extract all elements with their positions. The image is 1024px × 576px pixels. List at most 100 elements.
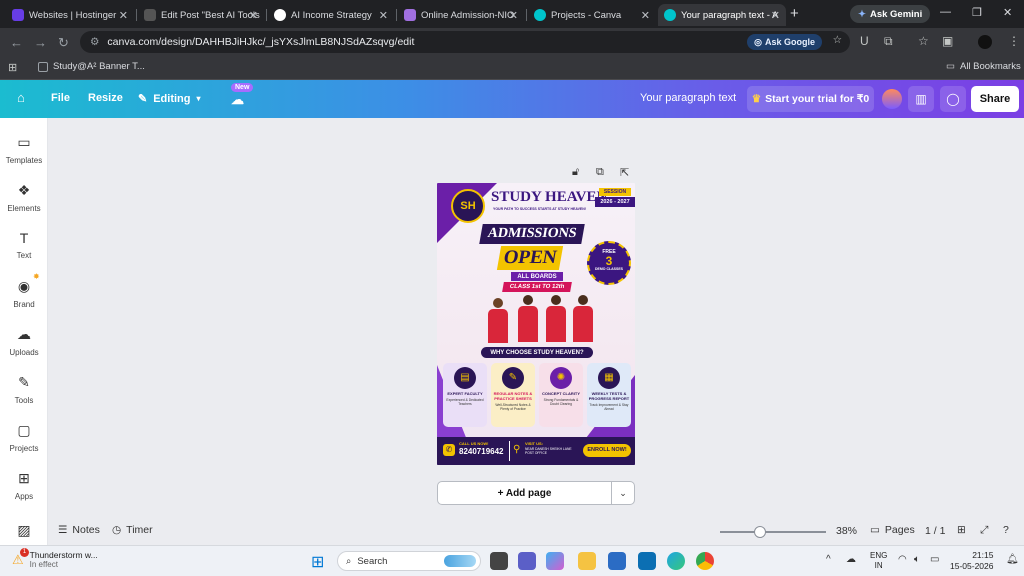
apps-grid-icon[interactable]: ⊞ bbox=[8, 61, 17, 74]
extensions-icon[interactable]: ⧉ bbox=[884, 34, 893, 49]
pages-button[interactable]: ▭ Pages bbox=[870, 524, 915, 536]
design-page[interactable]: SH STUDY HEAVEN YOUR PATH TO SUCCESS STA… bbox=[437, 183, 635, 465]
timer-button[interactable]: ◷ Timer bbox=[112, 524, 153, 536]
sidebar-item-text[interactable]: T Text bbox=[0, 230, 48, 260]
volume-icon[interactable]: 🔈︎ bbox=[914, 554, 920, 565]
sidebar-item-templates[interactable]: ▭ Templates bbox=[0, 134, 48, 165]
zoom-slider[interactable] bbox=[720, 526, 826, 538]
canva-icon bbox=[664, 9, 676, 21]
profile-avatar[interactable] bbox=[978, 35, 992, 49]
maximize-icon[interactable]: ❐ bbox=[972, 6, 982, 19]
back-icon[interactable]: ← bbox=[10, 35, 23, 50]
feature-desc: Track Improvement & Stay Ahead bbox=[589, 403, 629, 411]
dell-icon[interactable] bbox=[638, 552, 656, 570]
chrome-icon[interactable] bbox=[696, 552, 714, 570]
language-indicator[interactable]: ENG IN bbox=[870, 551, 887, 571]
sidebar-item-projects[interactable]: ▢ Projects bbox=[0, 422, 48, 453]
chevron-down-icon[interactable]: ⌄ bbox=[611, 481, 635, 505]
editing-mode-button[interactable]: ✎ Editing ▾ bbox=[138, 92, 201, 106]
address-bar-row: ← → ↻ ⚙ canva.com/design/DAHHBJiHJkc/_js… bbox=[0, 28, 1024, 56]
close-icon[interactable]: ✕ bbox=[379, 9, 388, 22]
sidebar-item-apps[interactable]: ⊞ Apps bbox=[0, 470, 48, 501]
brand-icon: ◉ bbox=[17, 278, 31, 294]
close-icon[interactable]: ✕ bbox=[509, 9, 518, 22]
reading-list-icon[interactable]: ☆ bbox=[918, 34, 929, 48]
bookmark-study-banner[interactable]: Study@A² Banner T... bbox=[38, 61, 145, 72]
browser-tab-strip: Websites | Hostinger ✕ Edit Post "Best A… bbox=[0, 0, 1024, 28]
teacher-figure bbox=[517, 295, 539, 343]
forward-icon[interactable]: → bbox=[34, 35, 47, 50]
task-view-icon[interactable] bbox=[490, 552, 508, 570]
insights-chart-icon[interactable]: ▥ bbox=[908, 86, 934, 112]
zoom-slider-handle[interactable] bbox=[754, 526, 767, 538]
file-explorer-icon[interactable] bbox=[578, 552, 596, 570]
poster-contact-strip: ✆ CALL US NOW! 8240719642 ⚲ VISIT US: NE… bbox=[437, 437, 635, 465]
tab-title: Online Admission-NIO bbox=[421, 9, 515, 21]
minimize-icon[interactable]: — bbox=[940, 6, 951, 18]
tab-edit-post[interactable]: Edit Post "Best AI Tools ✕ bbox=[138, 4, 264, 26]
battery-icon[interactable]: ▭ bbox=[930, 554, 939, 565]
store-icon[interactable] bbox=[608, 552, 626, 570]
document-title[interactable]: Your paragraph text bbox=[640, 92, 736, 104]
system-clock[interactable]: 21:15 15-05-2026 bbox=[950, 550, 993, 572]
cloud-icon[interactable]: ☁ bbox=[846, 554, 856, 565]
weather-widget[interactable]: ⚠ 1 Thunderstorm w... In effect bbox=[12, 547, 98, 569]
user-avatar[interactable] bbox=[879, 86, 905, 112]
cloud-save-icon[interactable]: ☁ bbox=[231, 92, 244, 108]
tab-hostinger[interactable]: Websites | Hostinger ✕ bbox=[6, 4, 134, 26]
grid-view-icon[interactable]: ⊞ bbox=[957, 524, 966, 536]
all-bookmarks[interactable]: ▭ All Bookmarks bbox=[946, 61, 1021, 72]
start-trial-button[interactable]: ♛ Start your trial for ₹0 bbox=[747, 86, 874, 112]
copilot-icon[interactable] bbox=[546, 552, 564, 570]
windows-start-icon[interactable]: ⊞ bbox=[311, 552, 324, 572]
site-info-icon[interactable]: ⚙ bbox=[90, 36, 99, 48]
url-bar[interactable]: ⚙ canva.com/design/DAHHBJiHJkc/_jsYXsJlm… bbox=[80, 31, 850, 53]
sidebar-item-elements[interactable]: ❖ Elements bbox=[0, 182, 48, 213]
sidebar-item-uploads[interactable]: ☁ Uploads bbox=[0, 326, 48, 357]
fullscreen-icon[interactable]: ⤢ bbox=[980, 524, 988, 537]
home-icon[interactable]: ⌂ bbox=[17, 90, 25, 105]
menu-icon[interactable]: ⋮ bbox=[1008, 34, 1020, 48]
tab-your-paragraph[interactable]: Your paragraph text - A ✕ bbox=[658, 4, 786, 26]
add-page-icon[interactable]: ⇱ bbox=[620, 166, 629, 179]
teams-icon[interactable] bbox=[518, 552, 536, 570]
close-window-icon[interactable]: ✕ bbox=[1003, 6, 1012, 19]
chevron-up-icon[interactable]: ^ bbox=[826, 554, 831, 565]
notification-bell-icon[interactable]: 🔔︎ bbox=[1006, 554, 1019, 565]
edge-icon[interactable] bbox=[667, 552, 685, 570]
comment-icon[interactable]: ◯ bbox=[940, 86, 966, 112]
notes-button[interactable]: ☰ Notes bbox=[58, 524, 100, 536]
taskbar-search[interactable]: ⌕ Search bbox=[337, 551, 481, 571]
duplicate-icon[interactable]: ⧉ bbox=[596, 166, 604, 179]
bookmarks-bar: ⊞ Study@A² Banner T... ▭ All Bookmarks bbox=[0, 56, 1024, 80]
location-pin-icon: ⚲ bbox=[513, 444, 521, 455]
zoom-level[interactable]: 38% bbox=[836, 525, 857, 537]
close-icon[interactable]: ✕ bbox=[771, 9, 780, 22]
new-tab-button[interactable]: + bbox=[790, 5, 799, 22]
bookmark-star-icon[interactable]: ☆ bbox=[833, 34, 842, 46]
sidepanel-icon[interactable]: ▣ bbox=[942, 34, 953, 48]
tab-ai-income[interactable]: AI Income Strategy ✕ bbox=[268, 4, 394, 26]
help-icon[interactable]: ? bbox=[1003, 524, 1009, 536]
sidebar-item-brand[interactable]: ◉ Brand ✸ bbox=[0, 272, 48, 309]
tab-online-admission[interactable]: Online Admission-NIO ✕ bbox=[398, 4, 524, 26]
sidebar-item-photos[interactable]: ▨ bbox=[0, 522, 48, 544]
all-boards-text: ALL BOARDS bbox=[511, 272, 563, 281]
close-icon[interactable]: ✕ bbox=[119, 9, 128, 22]
wordpress-icon bbox=[144, 9, 156, 21]
file-menu-button[interactable]: File bbox=[51, 92, 70, 104]
ask-gemini-button[interactable]: ✦ Ask Gemini bbox=[850, 5, 931, 23]
close-icon[interactable]: ✕ bbox=[249, 9, 258, 22]
lock-icon[interactable]: 🔓︎ bbox=[572, 166, 579, 179]
add-page-button[interactable]: + Add page bbox=[437, 481, 612, 505]
close-icon[interactable]: ✕ bbox=[641, 9, 650, 22]
reload-icon[interactable]: ↻ bbox=[58, 35, 69, 51]
resize-button[interactable]: Resize bbox=[88, 92, 123, 104]
feature-desc: Well-Structured Notes & Plenty of Practi… bbox=[495, 403, 531, 411]
share-button[interactable]: Share bbox=[971, 86, 1019, 112]
ask-google-button[interactable]: ◎ Ask Google bbox=[747, 34, 822, 50]
sidebar-item-tools[interactable]: ✎ Tools bbox=[0, 374, 48, 405]
ublock-icon[interactable]: U bbox=[860, 34, 869, 48]
wifi-icon[interactable]: ◠ bbox=[898, 554, 907, 565]
tab-projects-canva[interactable]: Projects - Canva ✕ bbox=[528, 4, 656, 26]
